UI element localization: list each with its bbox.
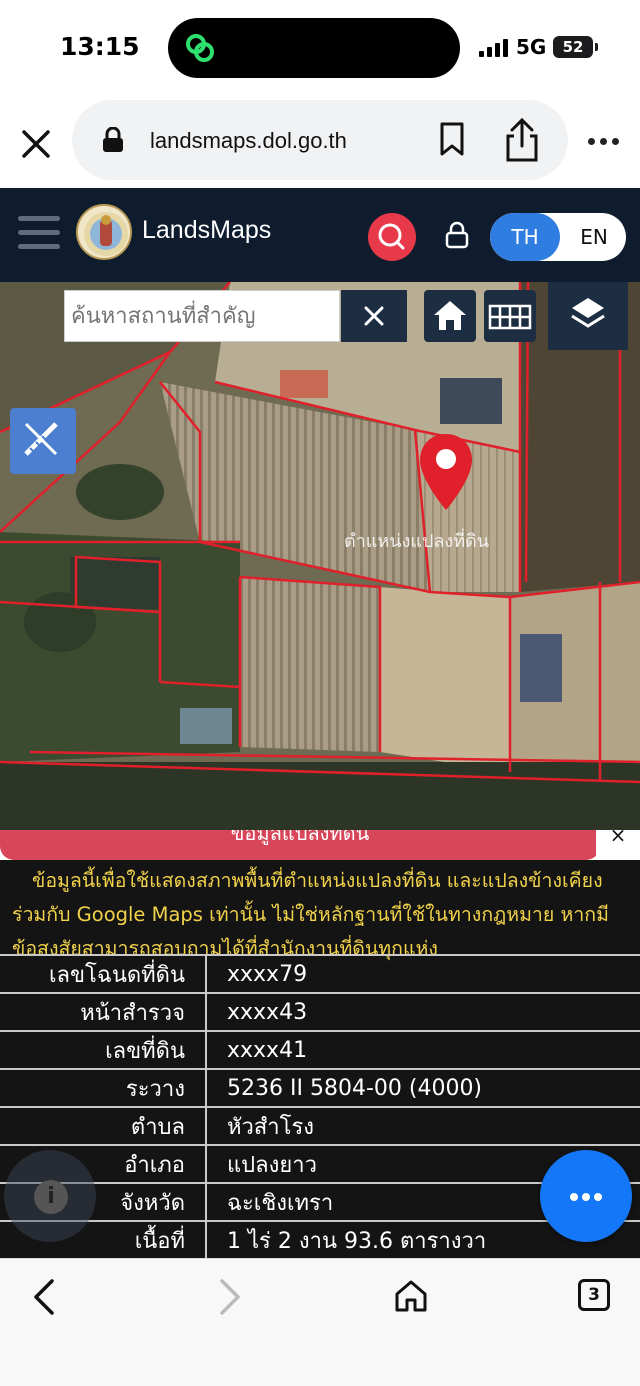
login-lock-icon[interactable] [444,221,470,249]
attr-value: xxxx41 [206,1031,640,1070]
app-header: LandsMaps TH EN [0,188,640,282]
search-button[interactable] [368,213,416,261]
browser-address-bar: landsmaps.dol.go.th [0,96,640,188]
close-info-button[interactable]: × [596,825,640,860]
disclaimer-line: ร่วมกับ Google Maps เท่านั้น ไม่ใช่หลักฐ… [12,903,609,926]
search-icon [378,223,405,250]
parcel-info-title: ข้อมูลแปลงที่ดิน [230,830,370,845]
brand-name: LandsMaps [142,216,272,244]
share-icon[interactable] [504,118,540,162]
more-dot [570,1193,578,1201]
bookmark-icon[interactable] [440,122,464,156]
status-bar: 13:15 5G 52 [0,0,640,96]
attr-key: เลขที่ดิน [0,1031,207,1070]
parcel-location-pin-icon[interactable] [418,432,474,512]
disclaimer-text: ข้อมูลนี้เพื่อใช้แสดงสภาพพื้นที่ตำแหน่งแ… [12,864,632,966]
chat-button[interactable] [540,1150,632,1242]
more-options-icon[interactable] [588,138,620,148]
lang-th-button[interactable]: TH [490,213,560,261]
place-search-field[interactable] [64,290,340,342]
map-imagery [0,282,640,830]
info-icon: i [34,1180,68,1214]
dynamic-island [168,18,460,78]
parcel-map-label: ตำแหน่งแปลงที่ดิน [344,531,490,552]
browser-toolbar: 3 [0,1258,640,1386]
attr-key: หน้าสำรวจ [0,993,207,1032]
attr-key: เลขโฉนดที่ดิน [0,954,207,994]
more-dot [582,1193,590,1201]
network-type: 5G [516,35,547,59]
home-icon[interactable] [394,1279,428,1313]
layers-button[interactable] [548,282,628,350]
signal-icon [479,39,509,57]
attr-value: หัวสำโรง [206,1107,640,1146]
table-row: เลขโฉนดที่ดิน xxxx79 [0,954,640,994]
satellite-map[interactable]: ตำแหน่งแปลงที่ดิน [0,282,640,830]
clear-search-button[interactable] [341,290,407,342]
place-search-input[interactable] [65,291,339,341]
measure-button[interactable] [10,408,76,474]
parcel-info-header: ข้อมูลแปลงที่ดิน [0,830,600,860]
url-text: landsmaps.dol.go.th [150,128,347,153]
lang-en-button[interactable]: EN [562,213,626,261]
department-logo [76,204,132,260]
forward-icon[interactable] [214,1277,244,1317]
status-time: 13:15 [60,32,140,61]
table-row: เลขที่ดิน xxxx41 [0,1031,640,1070]
attr-key: ตำบล [0,1107,207,1146]
layers-icon [571,298,605,328]
attr-key: ระวาง [0,1069,207,1108]
table-row: ระวาง 5236 II 5804-00 (4000) [0,1069,640,1108]
back-icon[interactable] [30,1277,60,1317]
grid-button[interactable] [484,290,536,342]
battery-icon: 52 [553,36,598,58]
more-dot [594,1193,602,1201]
table-row: เนื้อที่ 1 ไร่ 2 งาน 93.6 ตารางวา [0,1221,640,1260]
lock-icon [103,127,123,152]
home-icon [434,301,466,330]
close-tab-icon[interactable] [20,128,52,160]
info-button[interactable]: i [4,1150,96,1242]
disclaimer-line: ข้อมูลนี้เพื่อใช้แสดงสภาพพื้นที่ตำแหน่งแ… [32,869,603,892]
table-row: ตำบล หัวสำโรง [0,1107,640,1146]
tabs-button[interactable]: 3 [578,1279,610,1311]
home-button[interactable] [424,290,476,342]
url-field[interactable]: landsmaps.dol.go.th [72,100,568,180]
menu-icon[interactable] [18,216,60,250]
attr-value: xxxx79 [206,954,640,994]
table-row: หน้าสำรวจ xxxx43 [0,993,640,1032]
language-toggle: TH EN [490,213,626,261]
link-icon [186,34,214,62]
close-icon [364,306,384,326]
grid-icon [488,304,532,330]
attr-value: xxxx43 [206,993,640,1032]
ruler-pencil-icon [24,422,58,456]
attr-value: 5236 II 5804-00 (4000) [206,1069,640,1108]
